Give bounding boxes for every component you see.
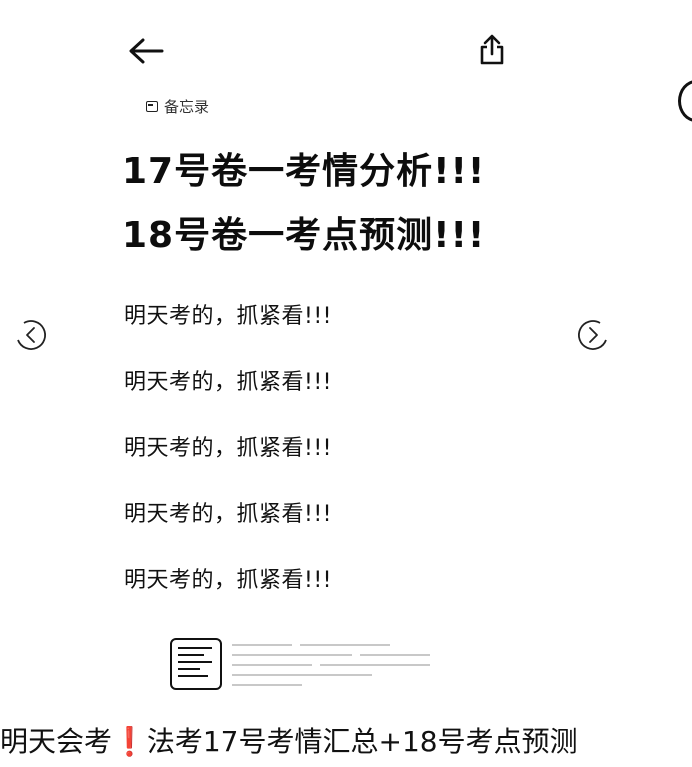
note-line: 明天考的，抓紧看!!! [124, 304, 332, 329]
blur-bar [232, 684, 302, 686]
clipped-edge-avatar[interactable] [678, 80, 692, 122]
blur-bar [232, 644, 292, 646]
blur-bar [232, 664, 312, 666]
blurred-attachment-preview [230, 638, 446, 690]
share-icon [480, 34, 504, 65]
document-line [178, 675, 208, 677]
arrow-left-icon [129, 38, 164, 64]
document-icon[interactable] [170, 638, 222, 690]
note-source: 备忘录 [146, 96, 209, 117]
note-source-label: 备忘录 [164, 98, 210, 116]
note-headline-1: 17号卷一考情分析!!! [122, 151, 486, 192]
chevron-right-circle-icon [578, 320, 607, 350]
carousel-next-button[interactable] [576, 318, 610, 352]
share-button[interactable] [474, 30, 510, 70]
memo-icon [146, 101, 158, 112]
note-line: 明天考的，抓紧看!!! [124, 436, 332, 461]
note-line: 明天考的，抓紧看!!! [124, 502, 332, 527]
back-button[interactable] [126, 34, 166, 68]
carousel-prev-button[interactable] [14, 318, 48, 352]
post-title: 明天会考❗法考17号考情汇总+18号考点预测 [0, 725, 578, 758]
blur-bar [300, 644, 390, 646]
blur-bar [232, 654, 352, 656]
blur-bar [232, 674, 372, 676]
note-line: 明天考的，抓紧看!!! [124, 568, 332, 593]
document-line [178, 668, 200, 670]
post-viewer: 备忘录 17号卷一考情分析!!! 18号卷一考点预测!!! 明天考的，抓紧看!!… [0, 0, 692, 767]
document-line [178, 661, 212, 663]
document-line [178, 654, 204, 656]
clipped-edge-text [682, 18, 692, 37]
document-line [178, 647, 212, 649]
chevron-left-circle-icon [17, 320, 46, 350]
blur-bar [320, 664, 430, 666]
note-line: 明天考的，抓紧看!!! [124, 370, 332, 395]
note-headline-2: 18号卷一考点预测!!! [122, 215, 486, 256]
blur-bar [360, 654, 430, 656]
